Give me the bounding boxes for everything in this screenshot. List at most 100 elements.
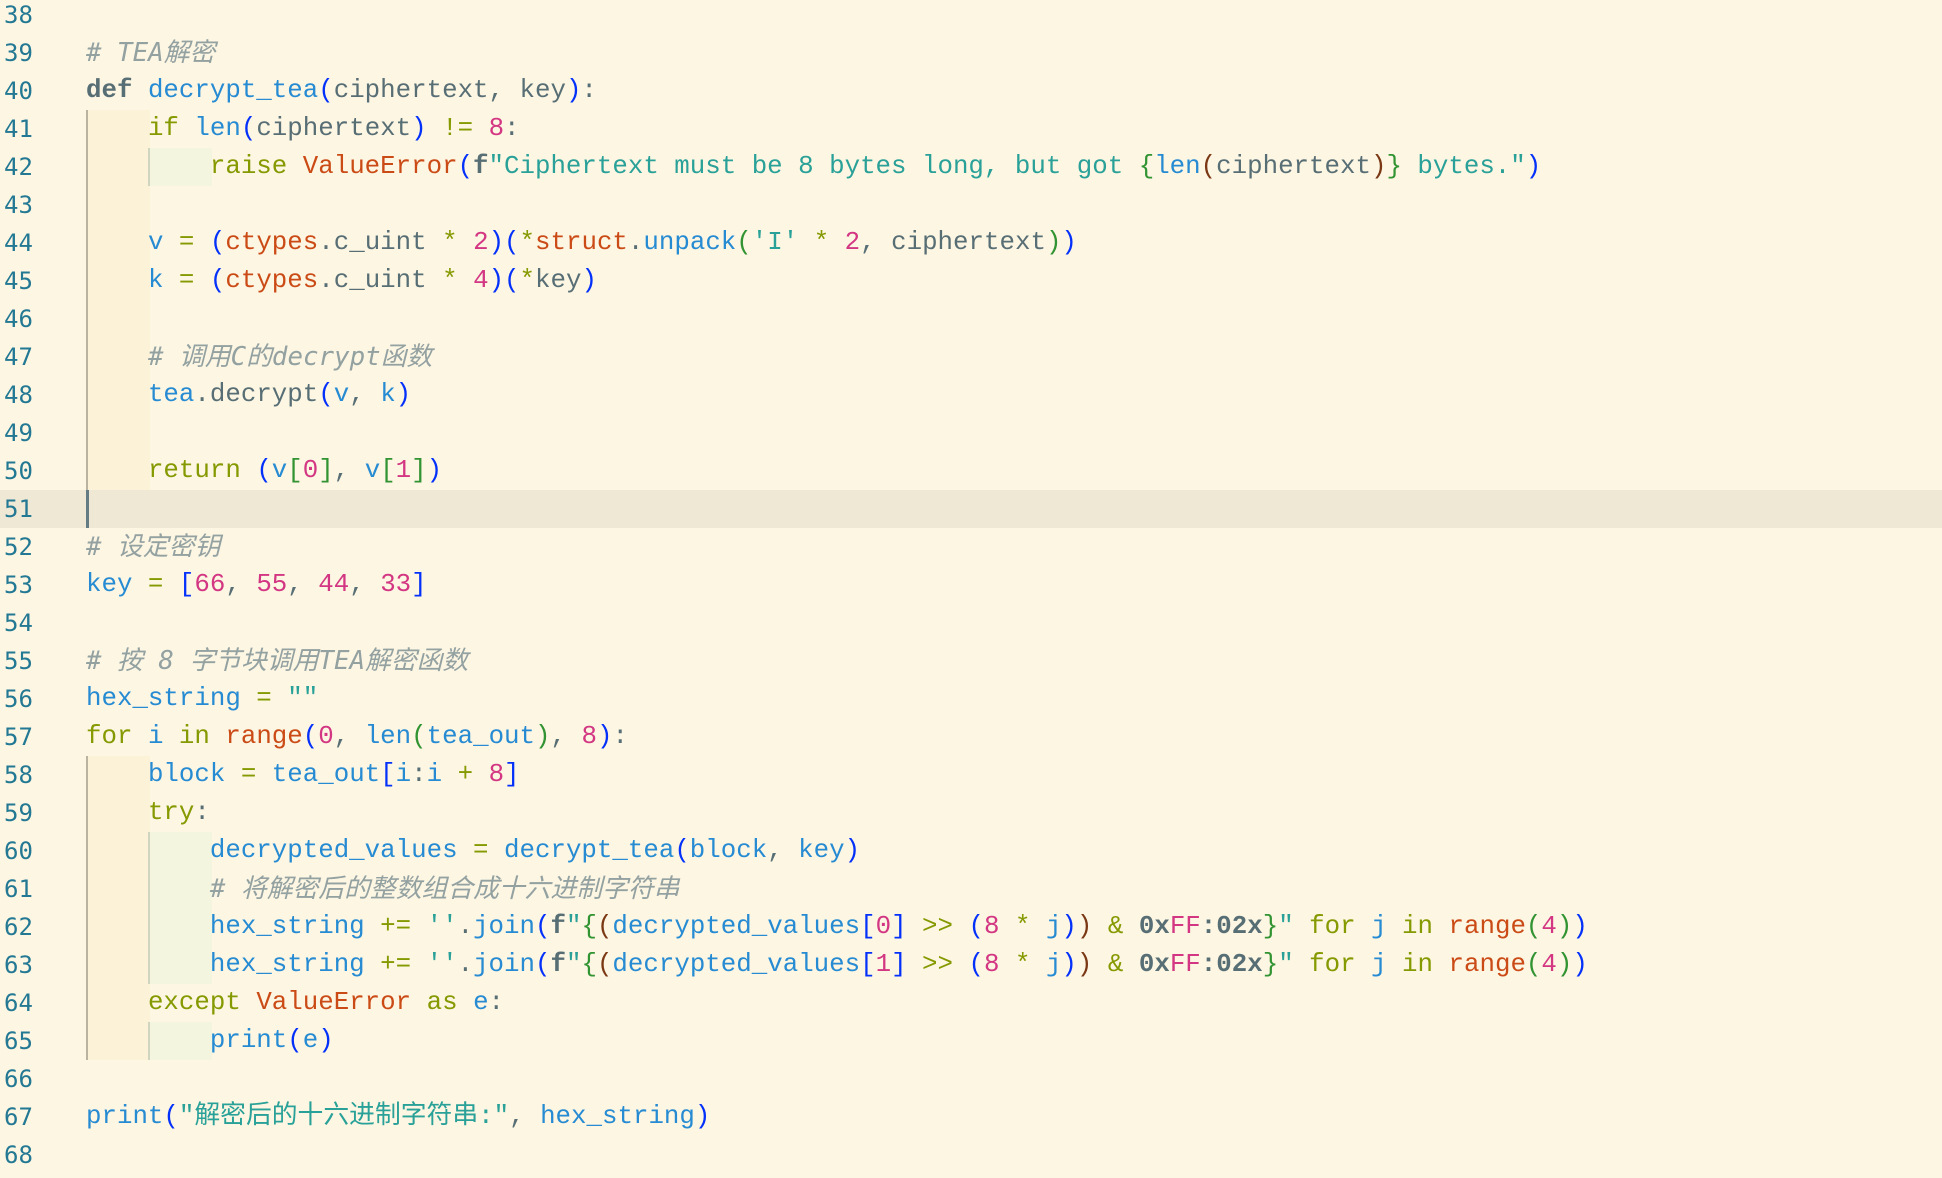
code-line[interactable]: 55 # 按 8 字节块调用TEA解密函数 bbox=[0, 642, 1942, 680]
code-line[interactable]: 68 bbox=[0, 1136, 1942, 1174]
line-number: 52 bbox=[4, 533, 33, 561]
code-text: raise ValueError(f"Ciphertext must be 8 … bbox=[86, 148, 1541, 186]
code-token: * bbox=[798, 228, 845, 257]
code-token: * bbox=[519, 266, 536, 295]
code-line[interactable]: 46 bbox=[0, 300, 1942, 338]
code-token: = bbox=[163, 228, 210, 257]
code-line[interactable]: 59 try: bbox=[0, 794, 1942, 832]
code-token: for bbox=[1293, 912, 1372, 941]
code-token: ( bbox=[302, 722, 319, 751]
code-line[interactable]: 62 hex_string += ''.join(f"{(decrypted_v… bbox=[0, 908, 1942, 946]
code-line[interactable]: 51 bbox=[0, 490, 1942, 528]
code-token: :02x bbox=[1200, 950, 1263, 979]
code-token: hex_string bbox=[540, 1102, 695, 1131]
code-token: ( bbox=[256, 456, 272, 485]
code-token: ( bbox=[504, 266, 520, 295]
code-line[interactable]: 39 # TEA解密 bbox=[0, 34, 1942, 72]
line-number: 38 bbox=[4, 1, 33, 29]
code-token: ) bbox=[318, 1026, 334, 1055]
code-token: ( bbox=[596, 950, 613, 979]
code-line[interactable]: 61 # 将解密后的整数组合成十六进制字符串 bbox=[0, 870, 1942, 908]
code-line[interactable]: 45 k = (ctypes.c_uint * 4)(*key) bbox=[0, 262, 1942, 300]
code-token: != bbox=[426, 114, 489, 143]
code-editor[interactable]: 38 39 # TEA解密 40 def decrypt_tea(ciphertext,… bbox=[0, 0, 1942, 1174]
code-token: ( bbox=[318, 380, 334, 409]
code-line[interactable]: 49 bbox=[0, 414, 1942, 452]
code-line[interactable]: 63 hex_string += ''.join(f"{(decrypted_v… bbox=[0, 946, 1942, 984]
code-token: ] bbox=[318, 456, 334, 485]
code-token: ( bbox=[1200, 152, 1217, 181]
code-line[interactable]: 50 return (v[0], v[1]) bbox=[0, 452, 1942, 490]
code-line[interactable]: 43 bbox=[0, 186, 1942, 224]
code-line[interactable]: 58 block = tea_out[i:i + 8] bbox=[0, 756, 1942, 794]
code-token: " bbox=[565, 912, 582, 941]
code-line[interactable]: 67 print("解密后的十六进制字符串:", hex_string) bbox=[0, 1098, 1942, 1136]
code-token: tea_out bbox=[271, 760, 381, 789]
code-token: * bbox=[442, 228, 474, 257]
indent-guide bbox=[86, 300, 150, 338]
code-line[interactable]: 64 except ValueError as e: bbox=[0, 984, 1942, 1022]
code-line[interactable]: 57 for i in range(0, len(tea_out), 8): bbox=[0, 718, 1942, 756]
code-comment: # 将解密后的整数组合成十六进制字符串 bbox=[209, 874, 680, 904]
code-token: 33 bbox=[380, 570, 412, 599]
code-token: ctypes bbox=[225, 228, 319, 257]
code-line[interactable]: 41 if len(ciphertext) != 8: bbox=[0, 110, 1942, 148]
code-token: join bbox=[473, 912, 535, 941]
code-token: FF bbox=[1169, 950, 1201, 979]
line-number: 48 bbox=[4, 381, 33, 409]
code-token: = bbox=[240, 684, 288, 713]
code-line[interactable]: 40 def decrypt_tea(ciphertext, key): bbox=[0, 72, 1942, 110]
code-token: key bbox=[798, 836, 845, 865]
code-text: # 调用C的decrypt函数 bbox=[86, 338, 432, 378]
code-token: 1 bbox=[395, 456, 412, 485]
code-token: { bbox=[581, 912, 597, 941]
code-token: 0 bbox=[302, 456, 319, 485]
code-token: v bbox=[364, 456, 381, 485]
code-line[interactable]: 66 bbox=[0, 1060, 1942, 1098]
code-line[interactable]: 42 raise ValueError(f"Ciphertext must be… bbox=[0, 148, 1942, 186]
code-token: ( bbox=[240, 114, 257, 143]
code-token: decrypted_values bbox=[209, 836, 458, 865]
code-token: .c_uint bbox=[318, 228, 443, 257]
code-token: 8 bbox=[984, 950, 1000, 979]
code-token: k bbox=[380, 380, 396, 409]
code-token: ( bbox=[504, 228, 520, 257]
line-number: 46 bbox=[4, 305, 33, 333]
code-line[interactable]: 65 print(e) bbox=[0, 1022, 1942, 1060]
code-token: f bbox=[473, 152, 489, 181]
code-token: ( bbox=[287, 1026, 303, 1055]
code-token: [ bbox=[860, 950, 876, 979]
code-line[interactable]: 54 bbox=[0, 604, 1942, 642]
code-line[interactable]: 44 v = (ctypes.c_uint * 2)(*struct.unpac… bbox=[0, 224, 1942, 262]
line-number: 62 bbox=[4, 913, 33, 941]
code-token: , bbox=[333, 722, 365, 751]
code-token: ] bbox=[891, 950, 907, 979]
code-token: " bbox=[1278, 912, 1294, 941]
code-token: ) bbox=[1076, 912, 1093, 941]
code-line[interactable]: 53 key = [66, 55, 44, 33] bbox=[0, 566, 1942, 604]
code-comment: # 按 8 字节块调用TEA解密函数 bbox=[86, 646, 469, 676]
line-number: 67 bbox=[4, 1103, 33, 1131]
code-line[interactable]: 47 # 调用C的decrypt函数 bbox=[0, 338, 1942, 376]
code-token: j bbox=[1045, 912, 1062, 941]
code-text: hex_string = "" bbox=[86, 680, 318, 718]
code-token: ] bbox=[891, 912, 907, 941]
code-token: f bbox=[550, 912, 566, 941]
line-number: 68 bbox=[4, 1141, 33, 1169]
code-line[interactable]: 60 decrypted_values = decrypt_tea(block,… bbox=[0, 832, 1942, 870]
code-token: 4 bbox=[1541, 912, 1557, 941]
code-line[interactable]: 38 bbox=[0, 0, 1942, 34]
code-text: # 按 8 字节块调用TEA解密函数 bbox=[86, 642, 468, 682]
code-token: : bbox=[581, 76, 597, 105]
code-token: ( bbox=[209, 228, 226, 257]
code-token: 0x bbox=[1138, 950, 1170, 979]
code-line[interactable]: 52 # 设定密钥 bbox=[0, 528, 1942, 566]
code-token: ciphertext bbox=[256, 114, 412, 143]
code-token: : bbox=[488, 988, 505, 1017]
code-line[interactable]: 56 hex_string = "" bbox=[0, 680, 1942, 718]
code-token: "Ciphertext must be 8 bytes long, but go… bbox=[488, 152, 1139, 181]
line-number: 60 bbox=[4, 837, 33, 865]
code-line[interactable]: 48 tea.decrypt(v, k) bbox=[0, 376, 1942, 414]
